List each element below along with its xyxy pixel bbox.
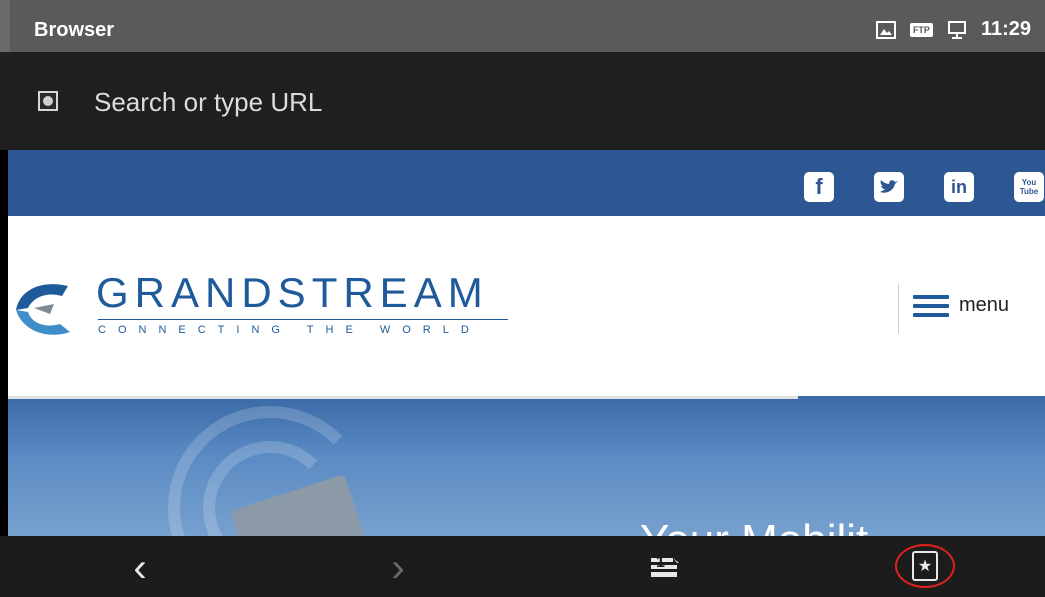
tabs-button[interactable]: 1 — [640, 548, 690, 588]
ftp-badge-icon: FTP — [909, 22, 933, 37]
status-bar: Browser FTP 11:29 — [0, 0, 1045, 52]
menu-divider — [898, 284, 899, 334]
back-button[interactable]: ‹ — [120, 545, 160, 590]
brand-divider — [98, 319, 508, 320]
app-title: Browser — [34, 19, 115, 41]
network-icon — [947, 20, 966, 39]
status-icons: FTP 11:29 — [875, 18, 1031, 41]
brand-tagline: CONNECTING THE WORLD — [98, 324, 481, 336]
tabs-icon — [651, 558, 679, 577]
bottom-navigation: ‹ › 1 ★ — [0, 536, 1045, 597]
bookmarks-button[interactable]: ★ — [895, 544, 955, 588]
hamburger-icon — [913, 294, 949, 317]
chevron-left-icon: ‹ — [133, 545, 147, 590]
facebook-icon[interactable]: f — [804, 172, 834, 202]
site-header: GRANDSTREAM CONNECTING THE WORLD menu — [8, 216, 1045, 396]
chevron-right-icon: › — [391, 545, 405, 590]
tab-count: 1 — [656, 554, 665, 571]
clock: 11:29 — [980, 18, 1031, 40]
screenshot-icon — [875, 20, 896, 39]
linkedin-icon[interactable]: in — [944, 172, 974, 202]
web-content: f in You Tube GRANDSTREAM CONNECTING THE… — [8, 150, 1045, 540]
hero-banner[interactable]: Your Mobilit — [8, 396, 1045, 540]
globe-icon — [38, 91, 58, 111]
brand-name: GRANDSTREAM — [96, 269, 489, 316]
grandstream-logo-icon — [16, 284, 70, 335]
menu-button[interactable]: menu — [913, 294, 1009, 317]
url-input[interactable]: Search or type URL — [94, 87, 322, 118]
youtube-icon[interactable]: You Tube — [1014, 172, 1044, 202]
menu-label: menu — [959, 294, 1010, 316]
bookmark-star-icon: ★ — [912, 551, 938, 581]
social-bar: f in You Tube — [8, 150, 1045, 216]
url-bar[interactable]: Search or type URL — [0, 52, 1045, 150]
page-load-progress — [8, 396, 798, 399]
twitter-icon[interactable] — [874, 172, 904, 202]
forward-button[interactable]: › — [378, 545, 418, 590]
browser-window: Browser FTP 11:29 Search or type URL f i… — [0, 0, 1045, 597]
